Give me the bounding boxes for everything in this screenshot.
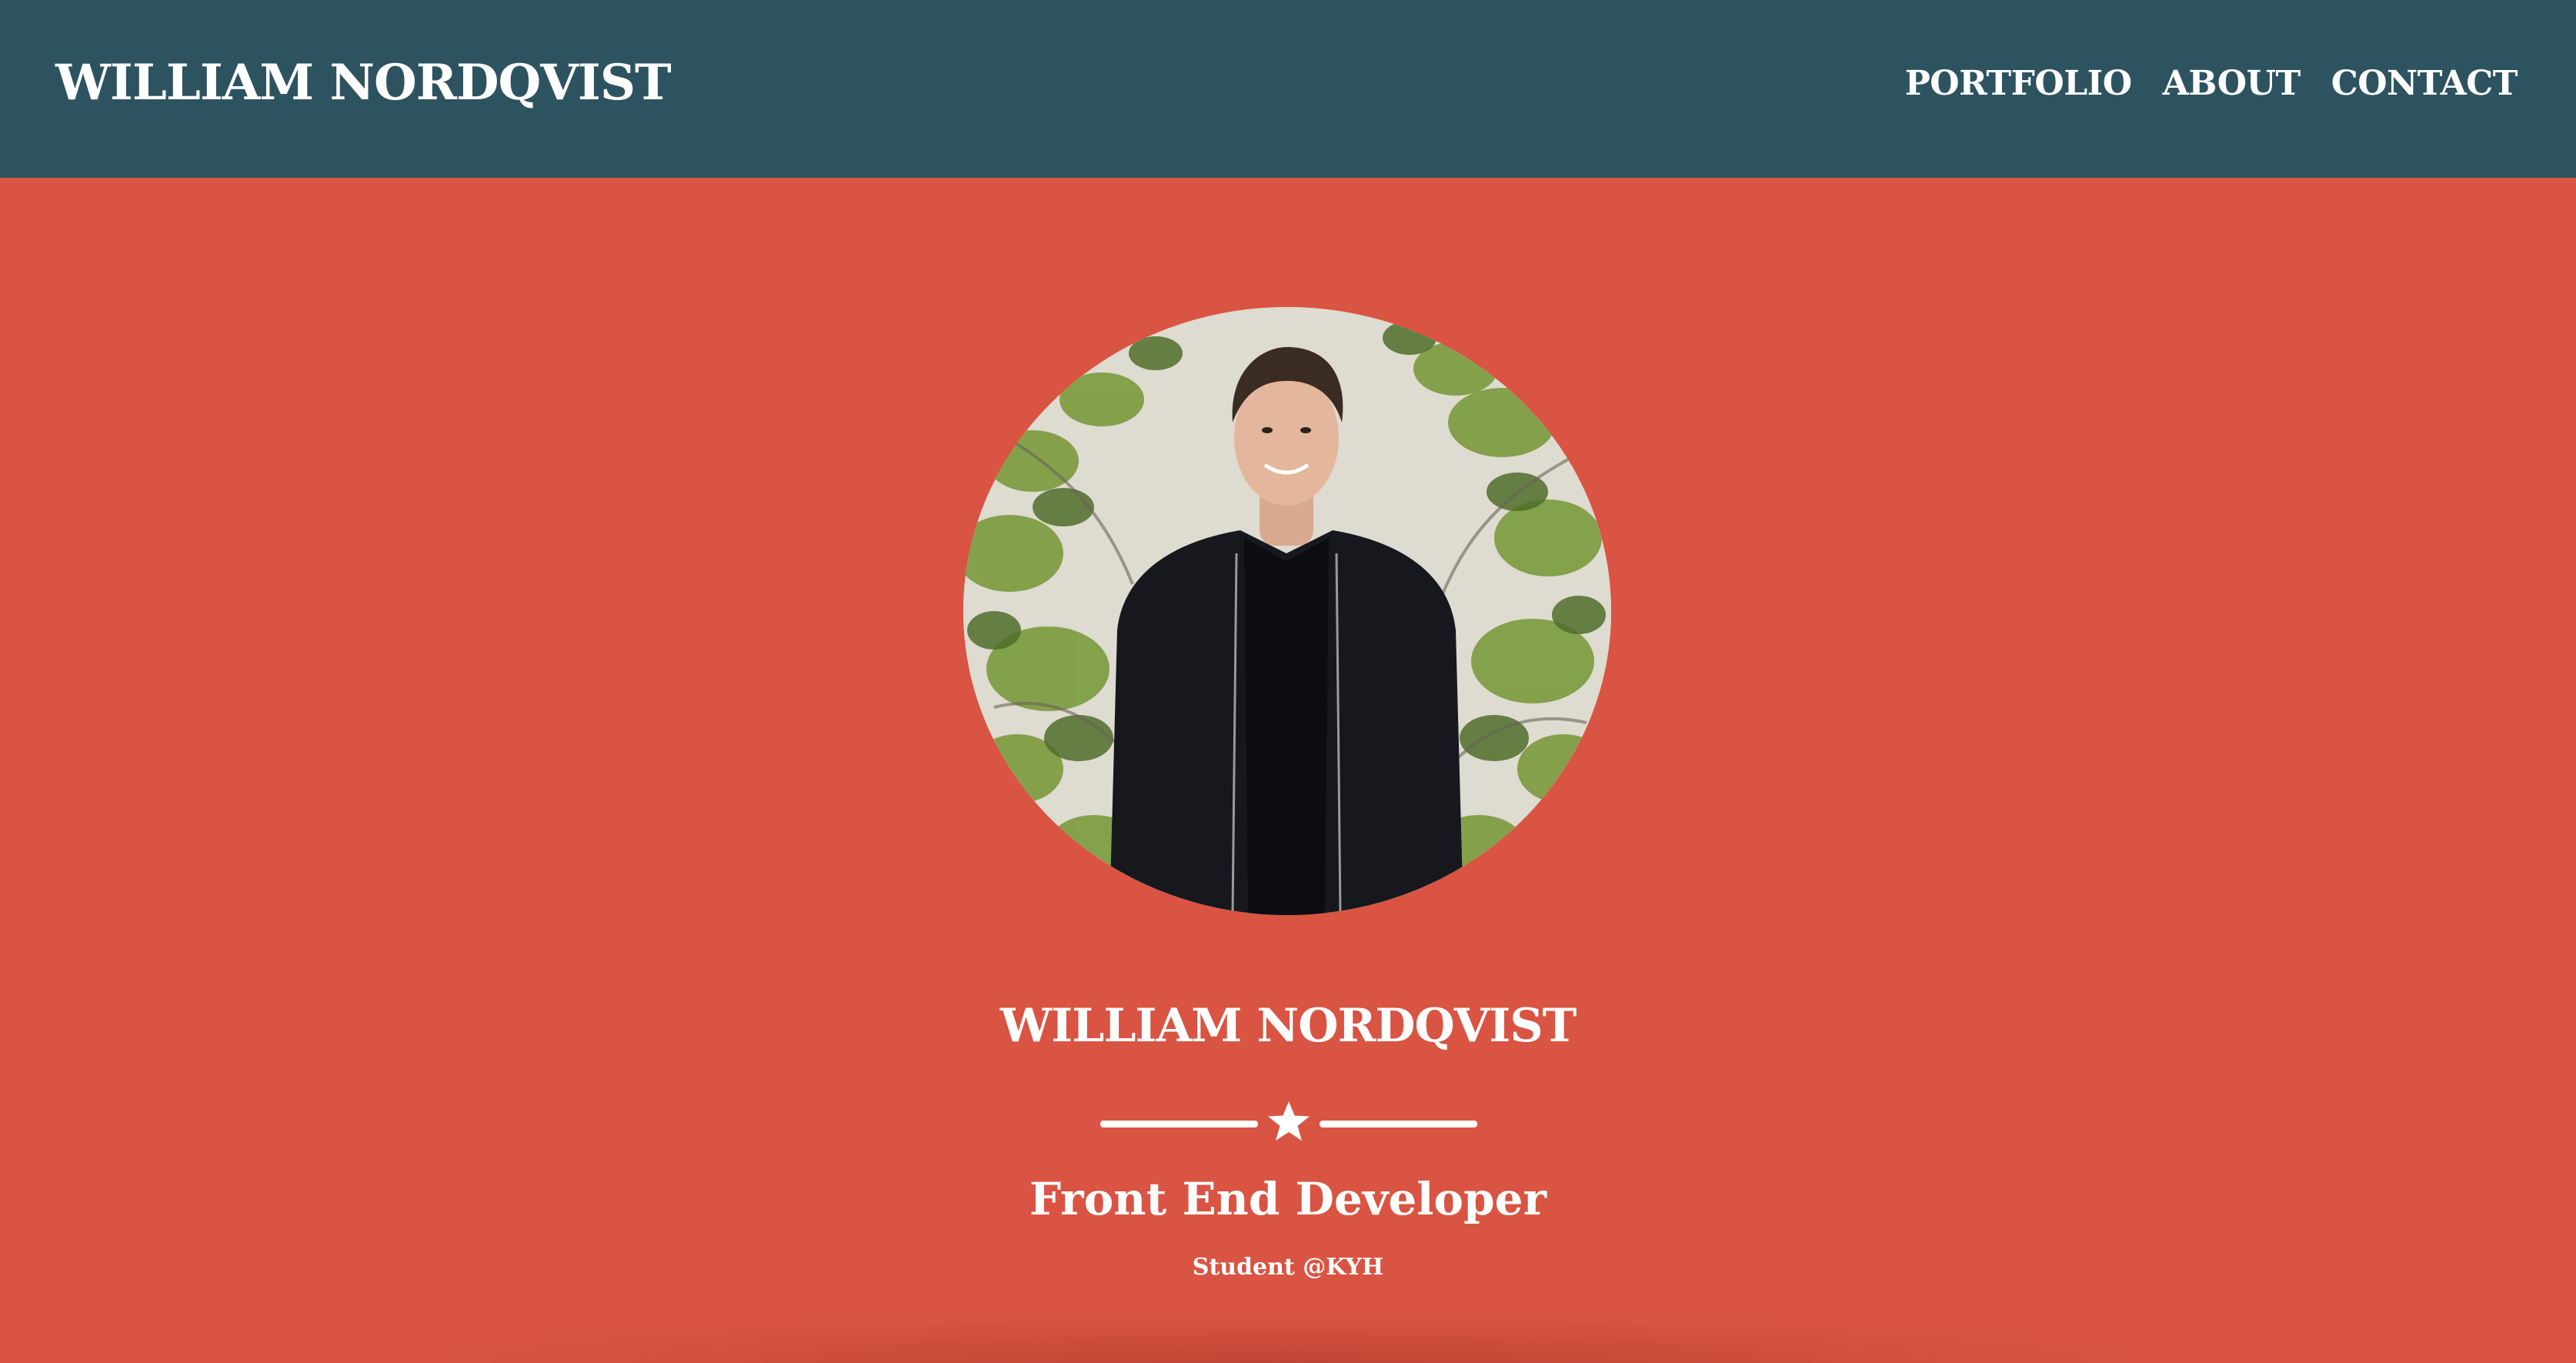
divider-line-right <box>1320 1121 1477 1127</box>
hero-role: Front End Developer <box>1029 1173 1547 1225</box>
nav-link-contact[interactable]: CONTACT <box>2331 64 2518 103</box>
section-shadow <box>431 1317 2145 1363</box>
divider-line-left <box>1100 1121 1258 1127</box>
nav-menu: PORTFOLIO ABOUT CONTACT <box>1905 0 2518 166</box>
navbar: WILLIAM NORDQVIST PORTFOLIO ABOUT CONTAC… <box>0 0 2576 178</box>
star-divider <box>1100 1099 1477 1148</box>
star-icon <box>1268 1101 1310 1141</box>
hero-subtitle: Student @KYH <box>1192 1254 1384 1281</box>
profile-photo <box>963 307 1611 915</box>
hero-name: WILLIAM NORDQVIST <box>999 999 1577 1053</box>
nav-item-contact: CONTACT <box>2331 64 2518 103</box>
profile-avatar <box>963 307 1611 915</box>
nav-link-about[interactable]: ABOUT <box>2163 64 2301 103</box>
nav-item-portfolio: PORTFOLIO <box>1905 64 2132 103</box>
brand-link[interactable]: WILLIAM NORDQVIST <box>55 0 672 166</box>
nav-link-portfolio[interactable]: PORTFOLIO <box>1905 64 2132 103</box>
nav-item-about: ABOUT <box>2163 64 2301 103</box>
hero-section: WILLIAM NORDQVIST Front End Developer St… <box>0 178 2576 1363</box>
